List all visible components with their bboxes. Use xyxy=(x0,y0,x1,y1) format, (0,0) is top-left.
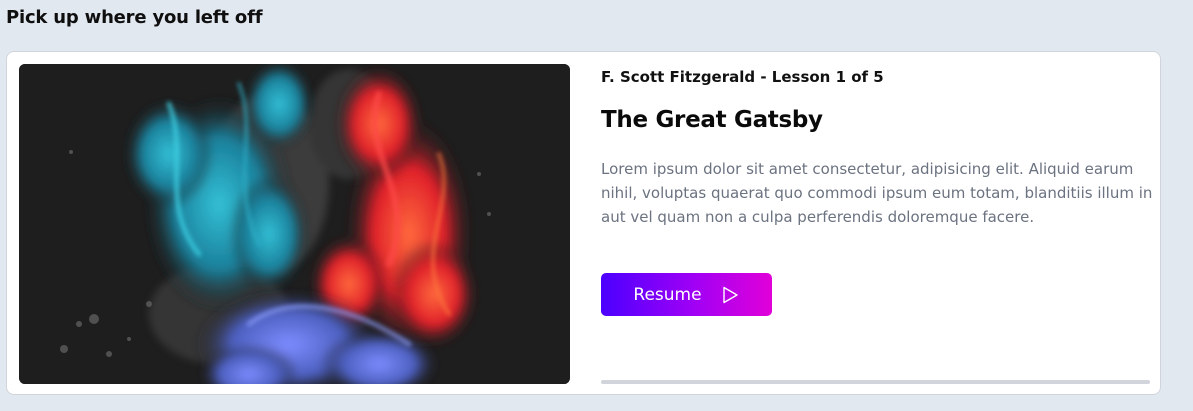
course-title: The Great Gatsby xyxy=(601,107,823,133)
resume-button-label: Resume xyxy=(633,284,702,305)
play-outline-icon xyxy=(720,285,740,305)
ink-smoke-illustration xyxy=(19,64,570,384)
course-progress-bar xyxy=(601,380,1150,384)
course-meta: F. Scott Fitzgerald - Lesson 1 of 5 xyxy=(601,68,884,86)
course-cover-image xyxy=(19,64,570,384)
section-title: Pick up where you left off xyxy=(6,7,263,28)
course-description: Lorem ipsum dolor sit amet consectetur, … xyxy=(601,160,1153,226)
continue-course-card: F. Scott Fitzgerald - Lesson 1 of 5 The … xyxy=(6,51,1161,395)
resume-button[interactable]: Resume xyxy=(601,273,772,316)
